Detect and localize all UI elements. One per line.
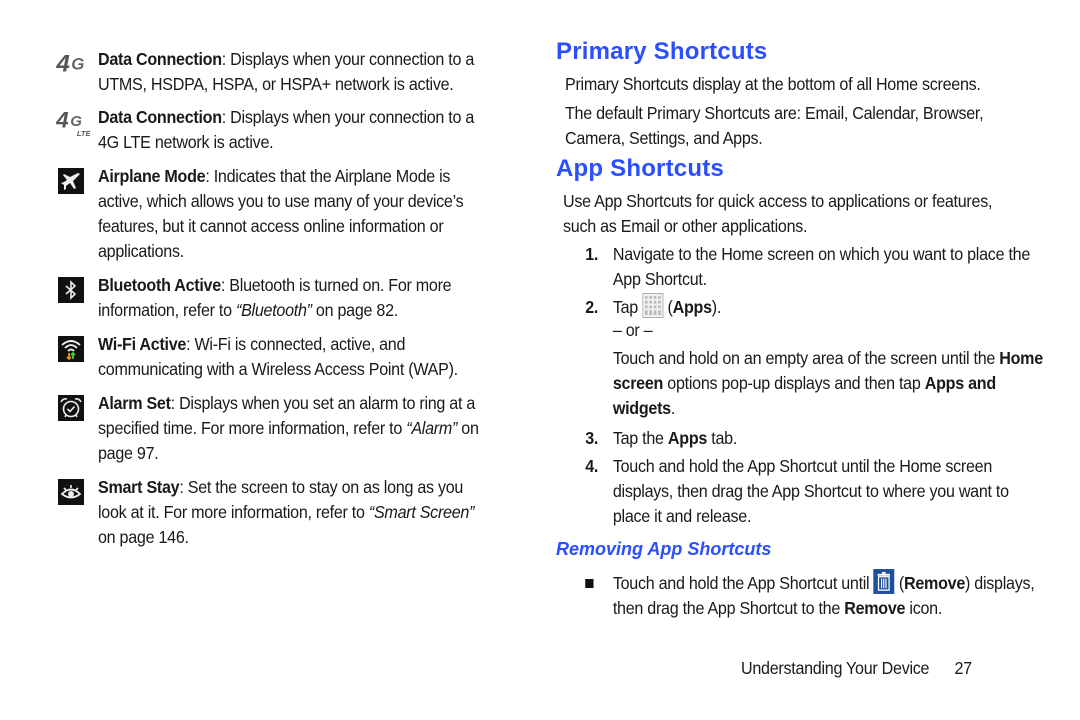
item-text-after: on page 146. [98, 527, 189, 547]
item-term: Wi-Fi Active [98, 334, 187, 354]
status-item-4g: 4 G Data Connection: Displays when your … [56, 47, 498, 97]
remove-label-2: Remove [844, 598, 906, 618]
step-text: Navigate to the Home screen on which you… [612, 244, 1031, 289]
alt-text: Touch and hold on an empty area of the s… [612, 348, 1000, 368]
paren-open: ( [663, 297, 673, 317]
app-shortcuts-intro: Use App Shortcuts for quick access to ap… [563, 191, 993, 236]
svg-text:4: 4 [56, 108, 69, 133]
apps-grid-icon [642, 293, 664, 319]
page-footer: Understanding Your Device 27 [741, 656, 972, 681]
status-item-airplane: Airplane Mode: Indicates that the Airpla… [58, 164, 498, 264]
item-text-after: on page 82. [311, 300, 398, 320]
alt-text-end: . [670, 398, 676, 418]
primary-shortcuts-heading: Primary Shortcuts [556, 38, 768, 65]
step-2: 2. Tap (Apps). – or – Touch and hold on … [565, 293, 1045, 421]
step-text: Touch and hold the App Shortcut until th… [612, 456, 1009, 526]
4g-icon: 4 G [56, 50, 84, 77]
airplane-icon [58, 168, 84, 194]
app-shortcuts-heading: App Shortcuts [556, 155, 724, 182]
svg-text:G: G [71, 55, 84, 74]
step-4: 4. Touch and hold the App Shortcut until… [565, 454, 1045, 529]
step-text: Tap [612, 297, 643, 317]
item-term: Smart Stay [98, 477, 180, 497]
apps-label: Apps [672, 297, 712, 317]
status-item-smart-stay: Smart Stay: Set the screen to stay on as… [58, 475, 498, 550]
smart-screen-reference-link[interactable]: “Smart Screen” [369, 502, 475, 522]
page-number: 27 [954, 658, 972, 678]
step-3: 3. Tap the Apps tab. [565, 426, 1045, 451]
footer-section-title: Understanding Your Device [741, 658, 930, 678]
removing-shortcuts-heading: Removing App Shortcuts [556, 539, 772, 559]
status-item-bluetooth: Bluetooth Active: Bluetooth is turned on… [58, 273, 498, 323]
item-term: Data Connection [98, 107, 222, 127]
svg-text:4: 4 [56, 50, 70, 77]
item-term: Data Connection [98, 49, 222, 69]
status-item-4g-lte: 4 G LTE Data Connection: Displays when y… [56, 105, 498, 155]
alarm-reference-link[interactable]: “Alarm” [406, 418, 457, 438]
paren-close: ). [711, 297, 722, 317]
step-1: 1. Navigate to the Home screen on which … [565, 242, 1045, 292]
shortcuts-section: Primary Shortcuts Primary Shortcuts disp… [556, 36, 1043, 621]
primary-shortcuts-defaults: The default Primary Shortcuts are: Email… [565, 103, 984, 148]
remove-label: Remove [904, 573, 966, 593]
alt-text-mid: options pop-up displays and then tap [663, 373, 925, 393]
status-item-alarm: Alarm Set: Displays when you set an alar… [58, 391, 498, 466]
item-term: Bluetooth Active [98, 275, 221, 295]
smart-stay-icon [58, 479, 84, 505]
bluetooth-reference-link[interactable]: “Bluetooth” [236, 300, 312, 320]
bluetooth-icon [58, 277, 84, 303]
remove-trash-icon [873, 569, 895, 595]
step-text: Tap the [612, 428, 668, 448]
status-item-wifi: Wi-Fi Active: Wi-Fi is connected, active… [58, 332, 498, 382]
apps-tab-label: Apps [667, 428, 708, 448]
bullet-square-icon [585, 579, 594, 588]
removing-text: Touch and hold the App Shortcut until [612, 573, 874, 593]
or-separator: – or – [612, 320, 653, 340]
step-number: 2. [585, 297, 599, 317]
item-term: Airplane Mode [98, 166, 206, 186]
step-number: 3. [585, 428, 599, 448]
step-number: 1. [585, 244, 599, 264]
item-term: Alarm Set [98, 393, 171, 413]
svg-text:LTE: LTE [77, 129, 92, 138]
primary-shortcuts-description: Primary Shortcuts display at the bottom … [565, 74, 981, 94]
alternative-instruction: Touch and hold on an empty area of the s… [613, 346, 1045, 421]
svg-text:G: G [70, 113, 82, 130]
step-text-after: tab. [707, 428, 738, 448]
removing-instruction: Touch and hold the App Shortcut until (R… [565, 569, 1045, 621]
status-icon-list: 4 G Data Connection: Displays when your … [56, 47, 498, 559]
removing-text-end: icon. [905, 598, 943, 618]
4g-lte-icon: 4 G LTE [56, 108, 92, 138]
wifi-icon [58, 336, 84, 362]
paren-open: ( [894, 573, 905, 593]
step-number: 4. [585, 456, 599, 476]
alarm-icon [58, 395, 84, 421]
